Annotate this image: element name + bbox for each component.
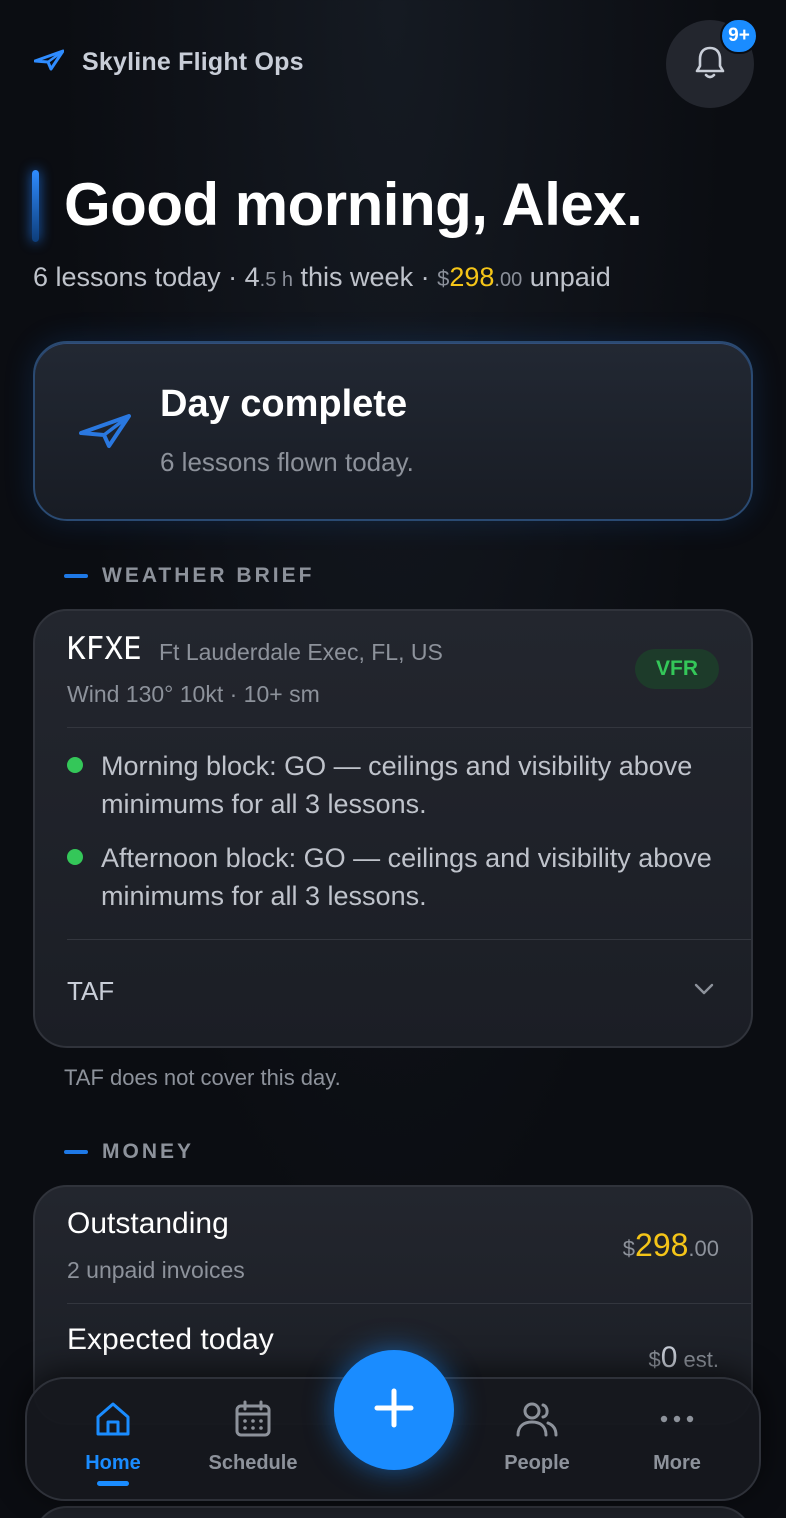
- station-name: Ft Lauderdale Exec, FL, US: [159, 639, 443, 665]
- outstanding-amount: $298.00: [623, 1227, 719, 1264]
- tab-schedule[interactable]: Schedule: [193, 1399, 313, 1475]
- brief-text: Afternoon block: GO — ceilings and visib…: [101, 843, 712, 911]
- tab-more[interactable]: More: [617, 1399, 737, 1475]
- weather-section-label: WEATHER BRIEF: [64, 564, 314, 588]
- bell-icon: [693, 44, 727, 85]
- notifications-button[interactable]: 9+: [666, 18, 758, 108]
- plus-icon: [374, 1388, 414, 1433]
- people-icon: [515, 1399, 559, 1444]
- currency-symbol: $: [648, 1347, 661, 1372]
- summary-unpaid-int: 298: [449, 262, 495, 292]
- section-label-text: WEATHER BRIEF: [102, 564, 315, 587]
- go-status-dot: [67, 757, 83, 773]
- expected-title[interactable]: Expected today: [67, 1323, 274, 1357]
- brand-name: Skyline Flight Ops: [82, 48, 304, 76]
- tab-home[interactable]: Home: [53, 1399, 173, 1486]
- money-section-label: MONEY: [64, 1140, 194, 1164]
- flight-category-badge: VFR: [635, 649, 719, 689]
- outstanding-subtitle: 2 unpaid invoices: [67, 1257, 245, 1283]
- divider: [67, 1303, 751, 1304]
- divider: [67, 939, 751, 940]
- add-button[interactable]: [334, 1350, 454, 1470]
- brief-item: Afternoon block: GO — ceilings and visib…: [67, 839, 723, 915]
- currency-symbol: $: [622, 1236, 636, 1261]
- taf-expander[interactable]: TAF: [67, 941, 715, 1041]
- station-code: KFXE: [67, 631, 142, 667]
- chevron-down-icon: [693, 982, 715, 1001]
- wind-readout: Wind 130° 10kt · 10+ sm: [67, 681, 320, 707]
- amount-suffix: est.: [677, 1347, 719, 1372]
- section-dash: [64, 574, 88, 578]
- summary-separator: ·: [220, 262, 245, 292]
- expected-amount: $0 est.: [648, 1341, 719, 1375]
- app-header: Skyline Flight Ops 9+: [33, 18, 758, 110]
- summary-hours-dec: .5 h: [259, 269, 294, 291]
- summary-unpaid-label: unpaid: [522, 262, 611, 292]
- paper-plane-icon: [79, 413, 131, 454]
- taf-label: TAF: [67, 975, 115, 1006]
- more-dots-icon: [657, 1399, 697, 1444]
- brief-item: Morning block: GO — ceilings and visibil…: [67, 747, 723, 823]
- amount-int: 298: [635, 1227, 689, 1263]
- calendar-icon: [233, 1399, 273, 1444]
- brief-text: Morning block: GO — ceilings and visibil…: [101, 751, 693, 819]
- tab-people[interactable]: People: [477, 1399, 597, 1475]
- divider: [67, 727, 751, 728]
- day-complete-subtitle: 6 lessons flown today.: [160, 447, 414, 477]
- section-label-text: MONEY: [102, 1140, 195, 1163]
- day-complete-card[interactable]: Day complete 6 lessons flown today.: [33, 341, 753, 521]
- home-icon: [93, 1399, 133, 1444]
- tab-label: People: [504, 1452, 570, 1474]
- greeting-accent-bar: [32, 170, 39, 242]
- weather-brief-card: KFXE Ft Lauderdale Exec, FL, US Wind 130…: [33, 609, 753, 1048]
- active-tab-indicator: [97, 1481, 129, 1486]
- summary-hours-int: 4: [244, 262, 260, 292]
- amount-int: 0: [660, 1341, 678, 1374]
- notifications-badge: 9+: [720, 18, 758, 54]
- summary-currency: $: [437, 266, 450, 291]
- tab-label: Home: [85, 1452, 141, 1474]
- summary-hours-label: this week: [293, 262, 414, 292]
- day-summary: 6 lessons today · 4.5 h this week · $298…: [33, 262, 611, 293]
- tab-label: Schedule: [208, 1452, 298, 1474]
- taf-note: TAF does not cover this day.: [64, 1065, 341, 1090]
- day-complete-title: Day complete: [160, 383, 408, 425]
- summary-separator: ·: [413, 262, 438, 292]
- outstanding-title[interactable]: Outstanding: [67, 1207, 229, 1241]
- go-status-dot: [67, 849, 83, 865]
- amount-dec: .00: [688, 1236, 719, 1261]
- page-title: Good morning, Alex.: [64, 171, 643, 238]
- summary-unpaid-dec: .00: [494, 269, 523, 291]
- summary-lessons: 6 lessons today: [33, 262, 221, 292]
- section-dash: [64, 1150, 88, 1154]
- tab-label: More: [653, 1452, 701, 1474]
- paper-plane-icon: [33, 49, 65, 76]
- brand: Skyline Flight Ops: [33, 48, 304, 77]
- next-card-peek: [33, 1506, 753, 1518]
